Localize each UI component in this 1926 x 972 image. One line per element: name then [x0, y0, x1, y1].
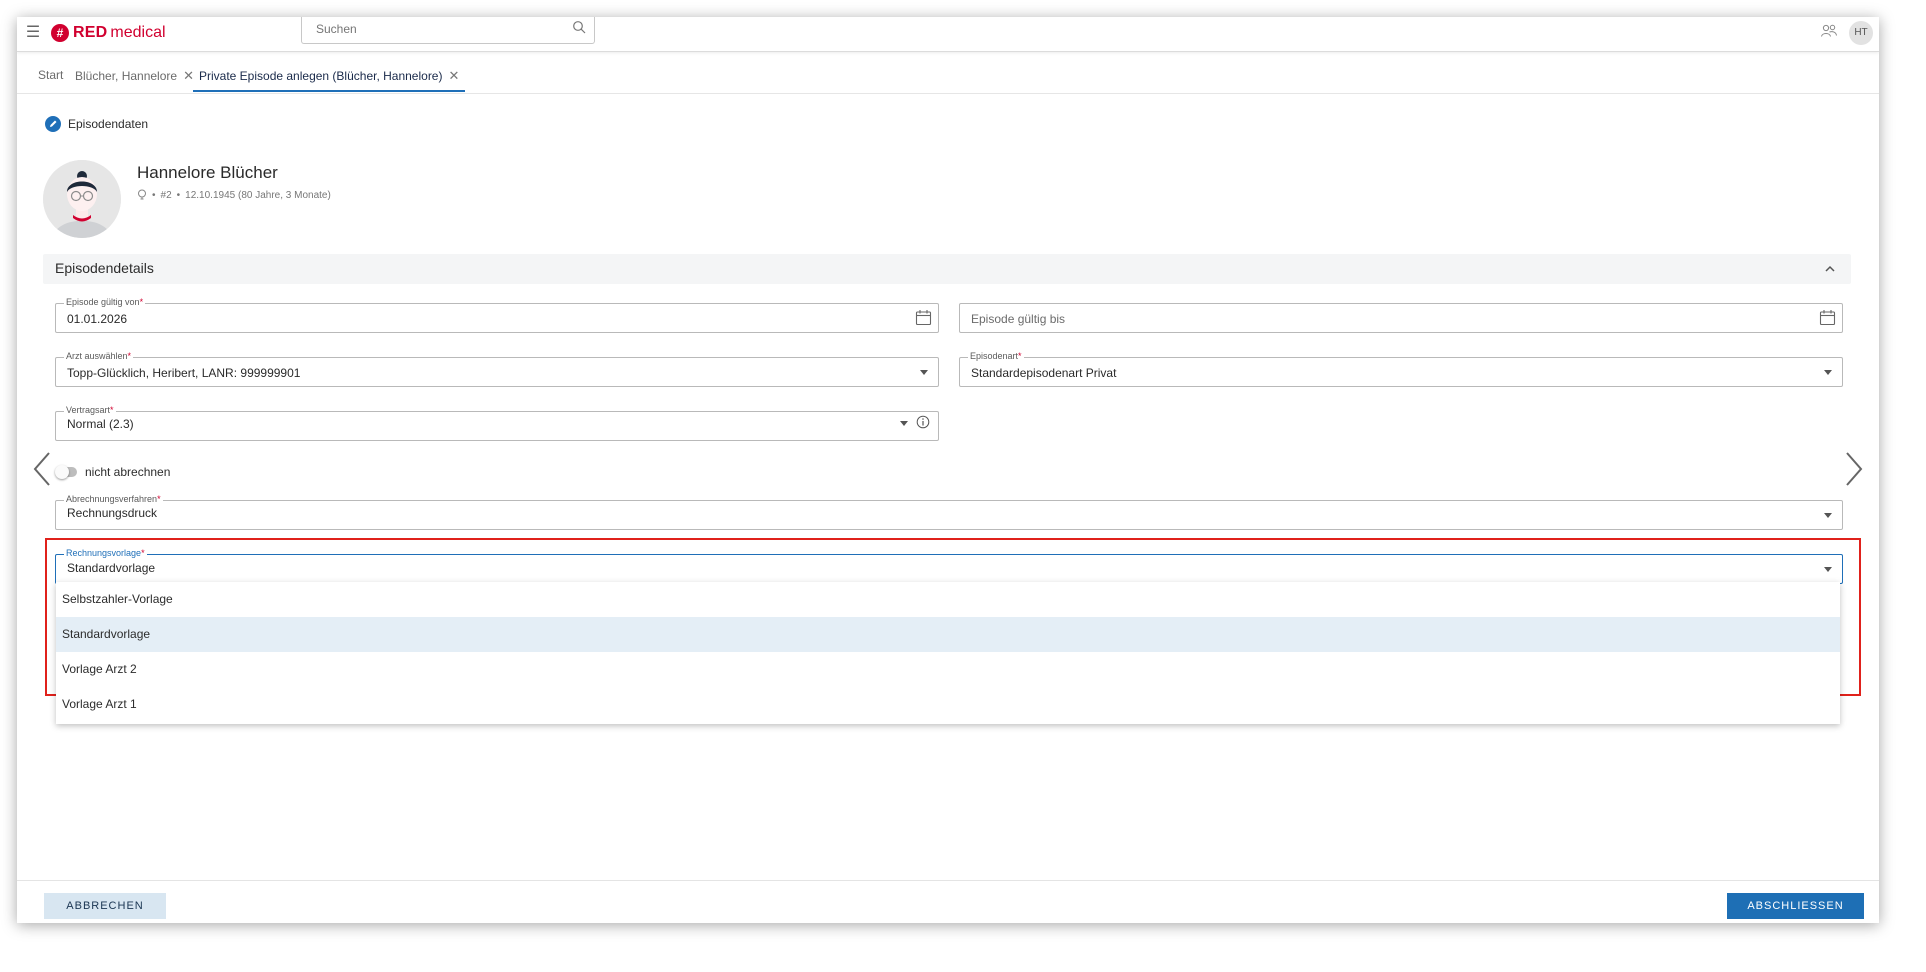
top-bar: ☰ # RED medical HT [17, 17, 1879, 52]
valid-to-placeholder: Episode gültig bis [971, 312, 1066, 326]
caret-down-icon[interactable] [920, 370, 928, 375]
no-billing-toggle[interactable] [55, 465, 77, 479]
no-billing-label: nicht abrechnen [85, 465, 171, 479]
menu-icon[interactable]: ☰ [23, 23, 43, 43]
finish-button[interactable]: ABSCHLIESSEN [1727, 893, 1864, 919]
accordion-title: Episodendetails [55, 260, 154, 276]
info-icon[interactable] [916, 415, 930, 429]
patient-number: #2 [160, 189, 172, 201]
logo-text-medical: medical [110, 24, 166, 41]
dropdown-option[interactable]: Vorlage Arzt 2 [56, 652, 1840, 687]
tab-start[interactable]: Start [38, 61, 63, 90]
search-icon[interactable] [572, 20, 586, 34]
patient-meta: • #2 • 12.10.1945 (80 Jahre, 3 Monate) [137, 189, 336, 201]
invoice-template-dropdown: Selbstzahler-Vorlage Standardvorlage Vor… [56, 582, 1840, 724]
search-box [301, 17, 595, 44]
section-title-label: Episodendaten [68, 117, 149, 131]
field-label: Episode gültig von* [64, 297, 146, 308]
tab-label: Private Episode anlegen (Blücher, Hannel… [199, 69, 443, 83]
meta-bullet: • [176, 189, 181, 201]
section-title: Episodendaten [45, 115, 148, 133]
contract-type-select[interactable]: Vertragsart* Normal (2.3) [55, 405, 939, 441]
valid-from-value: 01.01.2026 [67, 312, 128, 326]
meta-bullet: • [152, 189, 156, 201]
contract-type-value: Normal (2.3) [67, 417, 134, 431]
tab-label: Start [38, 68, 64, 82]
field-label: Vertragsart* [64, 405, 116, 416]
search-input[interactable] [314, 19, 568, 39]
tab-patient[interactable]: Blücher, Hannelore ✕ [75, 61, 194, 90]
calendar-icon[interactable] [1819, 309, 1836, 326]
footer-bar: ABBRECHEN ABSCHLIESSEN [17, 880, 1879, 923]
billing-method-value: Rechnungsdruck [67, 506, 158, 520]
patient-name: Hannelore Blücher [137, 163, 278, 182]
patient-birthdate: 12.10.1945 (80 Jahre, 3 Monate) [185, 189, 331, 201]
app-window: ☰ # RED medical HT Start Blücher, Hannel… [17, 17, 1879, 923]
caret-down-icon[interactable] [1824, 370, 1832, 375]
invoice-template-value: Standardvorlage [67, 561, 156, 575]
chevron-right-icon[interactable] [1843, 449, 1867, 489]
lightbulb-icon [138, 189, 146, 200]
calendar-icon[interactable] [915, 309, 932, 326]
accordion-episodendetails[interactable]: Episodendetails [43, 254, 1851, 284]
chevron-up-icon[interactable] [1823, 262, 1837, 276]
field-label: Episodenart* [968, 351, 1024, 362]
dropdown-option[interactable]: Selbstzahler-Vorlage [56, 582, 1840, 617]
billing-method-select[interactable]: Abrechnungsverfahren* Rechnungsdruck [55, 494, 1843, 530]
field-label: Rechnungsvorlage* [64, 548, 147, 559]
logo-hash-icon: # [51, 24, 69, 42]
patient-avatar [43, 160, 121, 238]
caret-down-icon[interactable] [1824, 513, 1832, 518]
field-label: Abrechnungsverfahren* [64, 494, 163, 505]
edit-icon [45, 116, 61, 132]
caret-down-icon[interactable] [900, 421, 908, 426]
logo-text-red: RED [73, 24, 108, 41]
tab-bar: Start Blücher, Hannelore ✕ Private Episod… [17, 61, 1879, 94]
dropdown-option[interactable]: Vorlage Arzt 1 [56, 687, 1840, 722]
caret-down-icon[interactable] [1824, 567, 1832, 572]
app-logo[interactable]: # RED medical [51, 20, 166, 46]
toggle-knob [55, 465, 69, 479]
chevron-left-icon[interactable] [29, 449, 53, 489]
dropdown-option-selected[interactable]: Standardvorlage [56, 617, 1840, 652]
valid-from-field[interactable]: Episode gültig von* 01.01.2026 [55, 297, 939, 333]
tab-private-episode[interactable]: Private Episode anlegen (Blücher, Hannel… [193, 61, 466, 92]
invoice-template-select[interactable]: Rechnungsvorlage* Standardvorlage [55, 548, 1843, 584]
tab-label: Blücher, Hannelore [75, 69, 178, 83]
user-avatar[interactable]: HT [1849, 21, 1873, 45]
users-icon[interactable] [1819, 21, 1839, 41]
doctor-value: Topp-Glücklich, Heribert, LANR: 99999990… [67, 366, 301, 380]
close-icon[interactable]: ✕ [448, 61, 459, 90]
cancel-button[interactable]: ABBRECHEN [44, 893, 166, 919]
doctor-select[interactable]: Arzt auswählen* Topp-Glücklich, Heribert… [55, 351, 939, 387]
valid-to-field[interactable]: Episode gültig bis [959, 303, 1843, 333]
episode-type-select[interactable]: Episodenart* Standardepisodenart Privat [959, 351, 1843, 387]
episode-type-value: Standardepisodenart Privat [971, 366, 1117, 380]
field-label: Arzt auswählen* [64, 351, 134, 362]
